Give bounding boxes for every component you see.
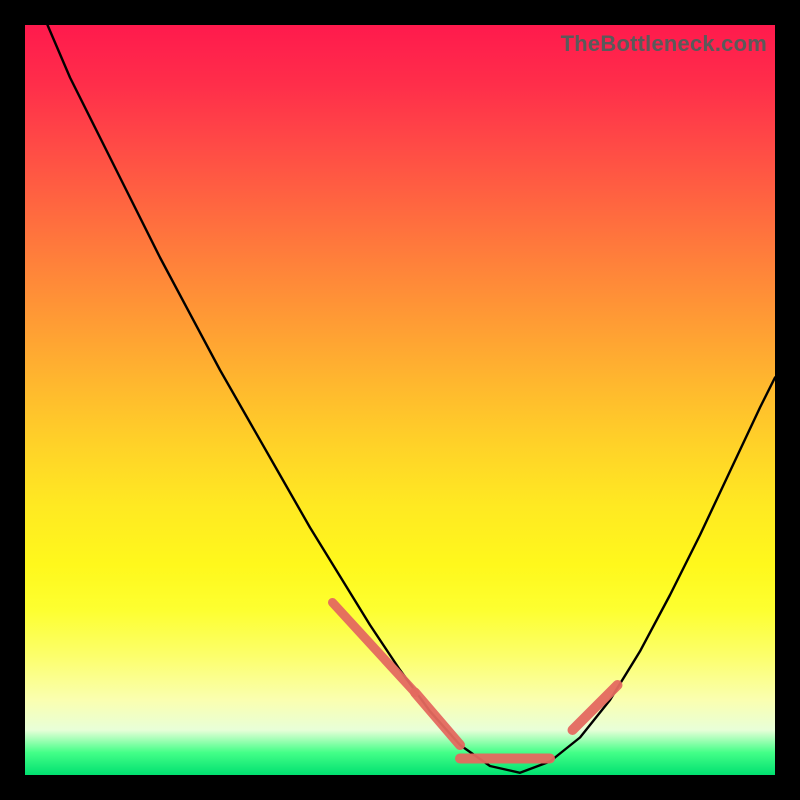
highlight-segment-3 — [573, 685, 618, 730]
plot-area: TheBottleneck.com — [25, 25, 775, 775]
chart-frame: TheBottleneck.com — [0, 0, 800, 800]
highlight-segment-1 — [415, 693, 460, 746]
curve-layer — [25, 25, 775, 775]
highlight-segment-0 — [333, 603, 416, 693]
bottleneck-curve — [48, 25, 776, 773]
